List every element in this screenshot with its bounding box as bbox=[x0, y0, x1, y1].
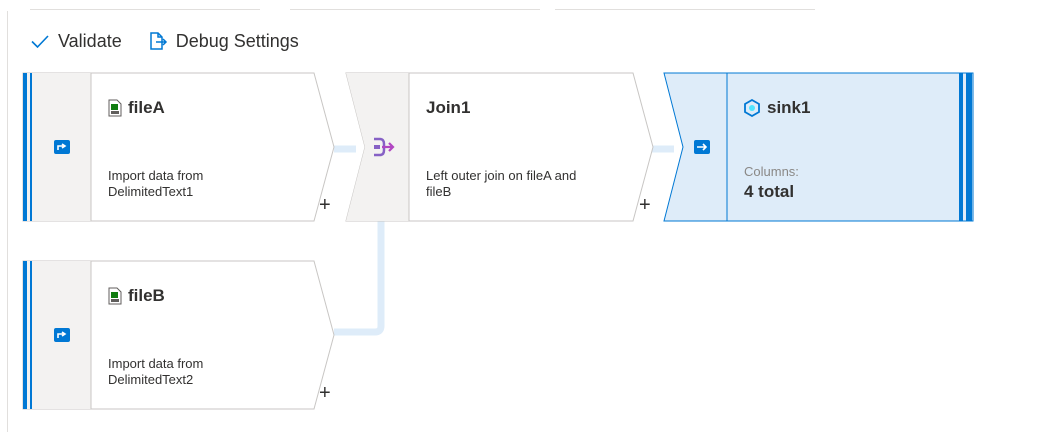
tab-divider bbox=[30, 9, 260, 10]
toolbar: Validate Debug Settings bbox=[30, 20, 299, 62]
node-sink1-title: sink1 bbox=[767, 98, 811, 117]
node-fileb-desc-line2: DelimitedText2 bbox=[108, 372, 194, 387]
node-sink1-title-row: sink1 bbox=[743, 98, 810, 118]
debug-settings-label: Debug Settings bbox=[175, 30, 299, 51]
join-icon bbox=[359, 72, 409, 222]
node-filea-desc-line2: DelimitedText1 bbox=[108, 184, 194, 199]
node-join1[interactable]: Join1 Left outer join on fileA and fileB… bbox=[345, 72, 665, 222]
node-fileb-title-row: fileB bbox=[108, 286, 165, 306]
node-sink1-columns-label: Columns: bbox=[744, 164, 799, 179]
node-sink1-columns-value: 4 total bbox=[744, 182, 795, 201]
debug-settings-button[interactable]: Debug Settings bbox=[146, 30, 299, 52]
node-join1-desc-line1: Left outer join on fileA and bbox=[426, 168, 577, 183]
sink-icon bbox=[677, 72, 727, 222]
node-filea-description: Import data from DelimitedText1 bbox=[108, 168, 203, 200]
tab-divider bbox=[290, 9, 540, 10]
add-transform-button-join1[interactable]: + bbox=[639, 194, 651, 217]
node-fileb-description: Import data from DelimitedText2 bbox=[108, 356, 203, 388]
csv-file-icon bbox=[108, 99, 122, 117]
node-filea-title-row: fileA bbox=[108, 98, 165, 118]
data-flow-canvas[interactable]: fileA Import data from DelimitedText1 + … bbox=[8, 62, 1063, 432]
add-transform-button-filea[interactable]: + bbox=[319, 194, 331, 217]
node-join1-title: Join1 bbox=[426, 98, 471, 117]
node-filea-desc-line1: Import data from bbox=[108, 168, 204, 183]
node-join1-description: Left outer join on fileA and fileB bbox=[426, 168, 576, 200]
node-filea-title: fileA bbox=[128, 98, 165, 117]
checkmark-icon bbox=[31, 35, 49, 49]
validate-label: Validate bbox=[58, 30, 122, 51]
add-transform-button-fileb[interactable]: + bbox=[319, 382, 331, 405]
node-join1-desc-line2: fileB bbox=[426, 184, 452, 199]
source-icon bbox=[32, 260, 92, 410]
validate-button[interactable]: Validate bbox=[30, 31, 122, 52]
node-fileb[interactable]: fileB Import data from DelimitedText2 + bbox=[22, 260, 342, 410]
top-tab-strip bbox=[0, 0, 1063, 11]
node-fileb-desc-line1: Import data from bbox=[108, 356, 204, 371]
debug-settings-icon bbox=[149, 32, 167, 50]
source-icon bbox=[32, 72, 92, 222]
node-sink1[interactable]: sink1 Columns: 4 total bbox=[663, 72, 975, 222]
tab-divider bbox=[555, 9, 815, 10]
node-fileb-title: fileB bbox=[128, 286, 165, 305]
dataset-hexagon-icon bbox=[744, 99, 760, 117]
csv-file-icon bbox=[108, 287, 122, 305]
node-filea[interactable]: fileA Import data from DelimitedText1 + bbox=[22, 72, 342, 222]
